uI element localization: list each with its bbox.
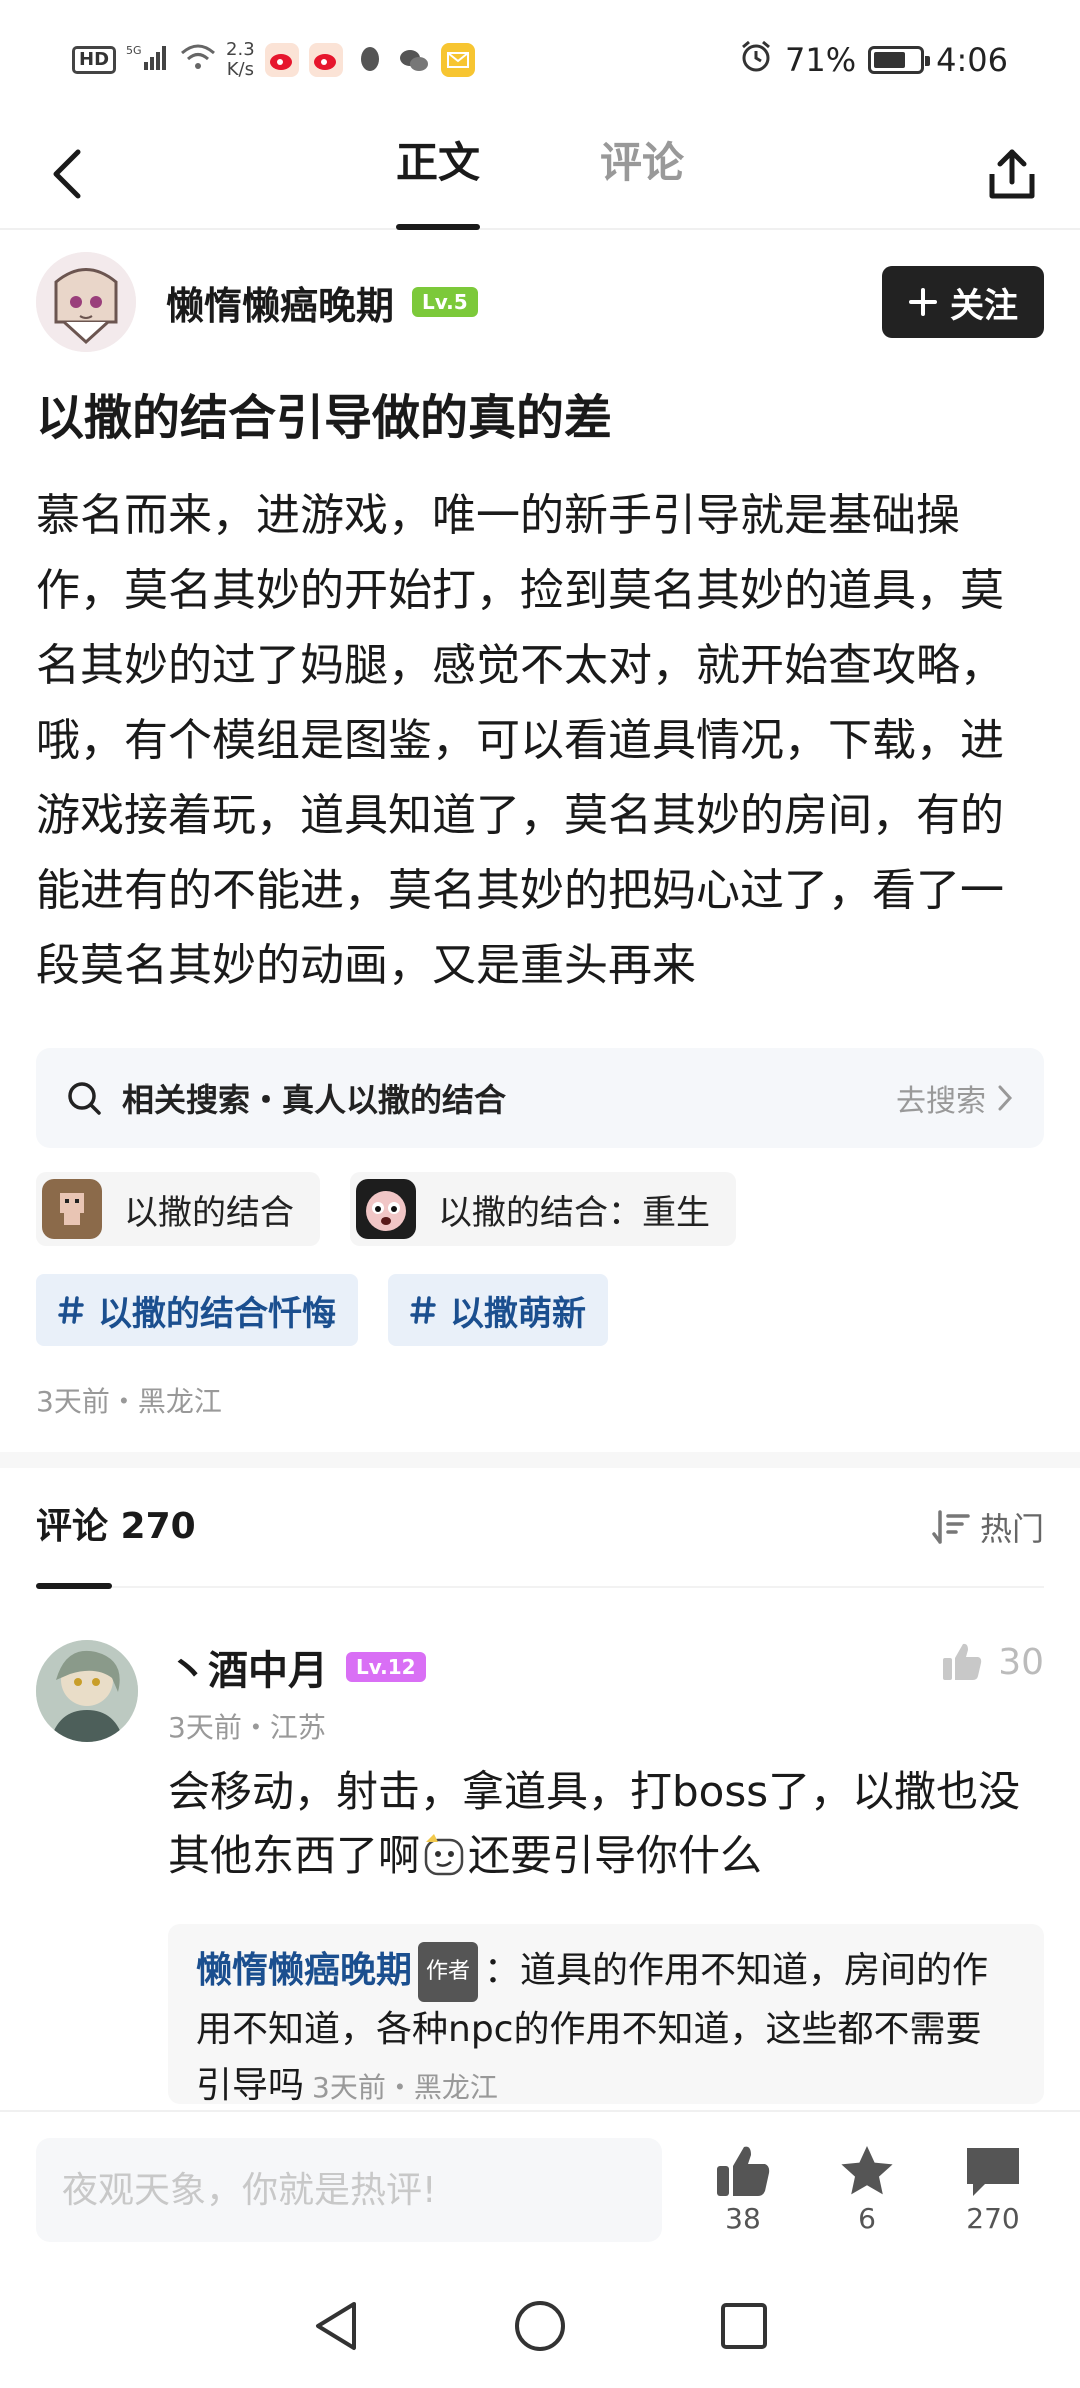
topic-tags: 以撒的结合忏悔 以撒萌新 bbox=[36, 1274, 608, 1346]
go-search-label: 去搜索 bbox=[896, 1084, 986, 1119]
isaac-rebirth-game-icon bbox=[356, 1179, 416, 1239]
sort-button[interactable]: 热门 bbox=[932, 1504, 1044, 1550]
related-search[interactable]: 相关搜索・真人以撒的结合 去搜索 bbox=[36, 1048, 1044, 1148]
game-tag[interactable]: 以撒的结合：重生 bbox=[350, 1172, 736, 1246]
like-count: 38 bbox=[725, 2202, 761, 2235]
post-meta: 3天前・黑龙江 bbox=[36, 1385, 222, 1418]
comment-text: 会移动，射击，拿道具，打boss了，以撒也没其他东西了啊 还要引导你什么 bbox=[168, 1760, 1044, 1888]
commenter-name[interactable]: 丶酒中月 bbox=[168, 1638, 328, 1696]
battery-percent: 71% bbox=[785, 41, 857, 79]
circle-home-icon bbox=[515, 2301, 565, 2351]
battery-icon bbox=[868, 46, 931, 74]
game-tag-label: 以撒的结合 bbox=[124, 1192, 294, 1233]
sticker-emoji-icon bbox=[424, 1834, 464, 1876]
qq-icon bbox=[353, 43, 387, 77]
reply-author-name[interactable]: 懒惰懒癌晚期 bbox=[196, 1950, 412, 1991]
system-recents-button[interactable] bbox=[712, 2294, 776, 2358]
network-speed: 2.3 K/s bbox=[226, 40, 255, 80]
topic-tag-label: 以撒萌新 bbox=[450, 1293, 586, 1334]
commenter-name-row: 丶酒中月 Lv.12 bbox=[168, 1638, 426, 1696]
comment-meta: 3天前・江苏 bbox=[168, 1711, 326, 1744]
comment-input[interactable] bbox=[36, 2138, 662, 2242]
thumbs-up-icon bbox=[943, 1643, 982, 1680]
sort-label: 热门 bbox=[979, 1510, 1044, 1548]
go-search-link[interactable]: 去搜索 bbox=[896, 1076, 1014, 1120]
game-tags: 以撒的结合 以撒的结合：重生 bbox=[36, 1172, 736, 1246]
svg-text:5G: 5G bbox=[126, 44, 142, 57]
tab-bar: 正文 评论 bbox=[0, 120, 1080, 230]
wifi-icon bbox=[180, 43, 216, 78]
topic-tag-label: 以撒的结合忏悔 bbox=[98, 1293, 336, 1334]
star-icon bbox=[841, 2146, 893, 2195]
comment-bubble-icon bbox=[967, 2148, 1019, 2196]
sort-icon bbox=[932, 1510, 970, 1544]
author-reply[interactable]: 懒惰懒癌晚期 作者 ：道具的作用不知道，房间的作用不知道，各种npc的作用不知道，这… bbox=[168, 1924, 1044, 2104]
topic-tag[interactable]: 以撒的结合忏悔 bbox=[36, 1274, 358, 1346]
commenter-avatar[interactable] bbox=[36, 1640, 138, 1742]
wechat-icon bbox=[397, 43, 431, 77]
post-title: 以撒的结合引导做的真的差 bbox=[36, 390, 613, 446]
comments-header: 评论 270 热门 bbox=[36, 1467, 1044, 1589]
hashtag-icon bbox=[58, 1296, 84, 1324]
tab-body[interactable]: 正文 bbox=[395, 120, 481, 230]
square-recents-icon bbox=[721, 2303, 767, 2349]
favorite-count: 6 bbox=[858, 2202, 876, 2235]
author-badge: 作者 bbox=[418, 1942, 479, 2002]
system-back-button[interactable] bbox=[304, 2294, 368, 2358]
isaac-game-icon bbox=[42, 1179, 102, 1239]
share-icon bbox=[989, 149, 1035, 199]
author-avatar-image bbox=[36, 252, 136, 352]
status-left: HD 5G 2.3 K/s bbox=[72, 40, 475, 80]
topic-tag[interactable]: 以撒萌新 bbox=[388, 1274, 608, 1346]
system-nav-bar bbox=[0, 2264, 1080, 2388]
comment-count-button[interactable]: 270 bbox=[938, 2142, 1048, 2235]
author-avatar[interactable] bbox=[36, 252, 136, 352]
comment-text-part: 还要引导你什么 bbox=[468, 1831, 763, 1880]
hashtag-icon bbox=[410, 1296, 436, 1324]
hd-indicator: HD bbox=[72, 46, 117, 74]
post-body: 慕名而来，进游戏，唯一的新手引导就是基础操作，莫名其妙的开始打，捡到莫名其妙的道… bbox=[36, 490, 1004, 991]
related-search-label: 相关搜索・真人以撒的结合 bbox=[122, 1081, 507, 1119]
author-row: 懒惰懒癌晚期 Lv.5 关注 bbox=[36, 250, 1044, 354]
weibo-icon bbox=[264, 43, 299, 77]
comments-title: 评论 270 bbox=[36, 1467, 196, 1589]
follow-label: 关注 bbox=[950, 285, 1018, 326]
share-button[interactable] bbox=[980, 142, 1044, 206]
like-button[interactable]: 38 bbox=[688, 2142, 798, 2235]
clock: 4:06 bbox=[936, 41, 1008, 79]
top-nav: 正文 评论 bbox=[0, 120, 1080, 230]
tab-comments[interactable]: 评论 bbox=[600, 120, 684, 230]
status-bar: HD 5G 2.3 K/s 71% 4:06 bbox=[0, 0, 1080, 120]
chevron-right-icon bbox=[998, 1085, 1013, 1111]
alarm-icon bbox=[739, 39, 773, 81]
favorite-button[interactable]: 6 bbox=[812, 2142, 922, 2235]
section-divider bbox=[0, 1452, 1080, 1468]
triangle-back-icon bbox=[316, 2302, 356, 2350]
mail-icon bbox=[440, 43, 475, 77]
follow-button[interactable]: 关注 bbox=[882, 266, 1044, 338]
net-speed-unit: K/s bbox=[226, 59, 254, 80]
system-home-button[interactable] bbox=[508, 2294, 572, 2358]
game-tag-label: 以撒的结合：重生 bbox=[438, 1192, 710, 1233]
comment-like-count: 30 bbox=[998, 1641, 1044, 1683]
comment-like-button[interactable]: 30 bbox=[940, 1640, 1044, 1684]
commenter-avatar-image bbox=[36, 1640, 138, 1742]
search-icon bbox=[68, 1082, 101, 1115]
comment-count: 270 bbox=[966, 2202, 1020, 2235]
thumbs-up-icon bbox=[717, 2146, 770, 2196]
author-level-badge: Lv.5 bbox=[412, 287, 478, 317]
status-right: 71% 4:06 bbox=[739, 39, 1008, 81]
weibo-icon-2 bbox=[308, 43, 343, 77]
net-speed-value: 2.3 bbox=[226, 39, 255, 60]
author-name[interactable]: 懒惰懒癌晚期 bbox=[166, 275, 394, 330]
game-tag[interactable]: 以撒的结合 bbox=[36, 1172, 320, 1246]
plus-icon bbox=[909, 288, 937, 316]
signal-icon: 5G bbox=[126, 42, 170, 79]
commenter-level-badge: Lv.12 bbox=[346, 1652, 426, 1682]
bottom-action-bar: 38 6 270 bbox=[0, 2110, 1080, 2260]
reply-meta: 3天前・黑龙江 bbox=[312, 2071, 498, 2104]
